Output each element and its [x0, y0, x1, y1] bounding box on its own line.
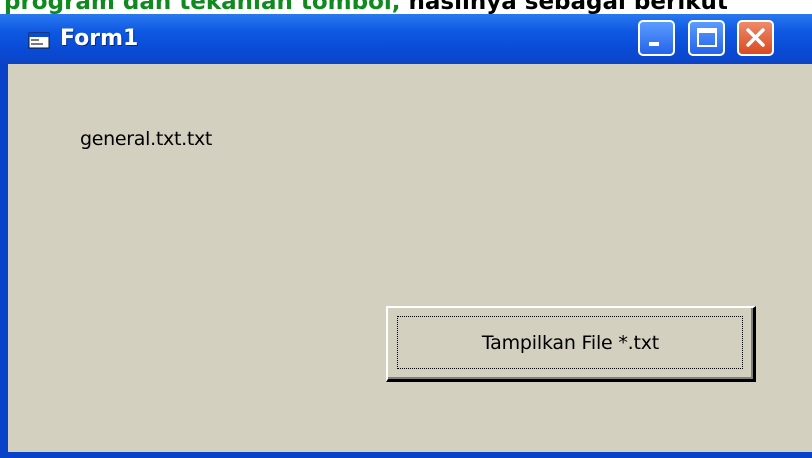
form1-window: Form1 general.txt.txt Tampilkan File *.t…: [0, 14, 812, 458]
form-window-icon[interactable]: [28, 32, 50, 49]
file-name-label: general.txt.txt: [80, 128, 213, 150]
window-bottom-border: [0, 452, 812, 458]
close-button[interactable]: [737, 20, 774, 56]
document-heading-strip: program dan tekanlah tombol, hasilnya se…: [0, 0, 812, 14]
maximize-icon: [697, 28, 717, 47]
document-heading-text: program dan tekanlah tombol, hasilnya se…: [4, 0, 728, 14]
form-client-area: general.txt.txt Tampilkan File *.txt: [8, 64, 812, 452]
maximize-button[interactable]: [688, 20, 725, 56]
minimize-button[interactable]: [638, 20, 675, 56]
document-heading-black: hasilnya sebagai berikut: [408, 0, 728, 14]
minimize-icon: [649, 42, 659, 46]
close-icon: [746, 28, 765, 47]
show-txt-file-button[interactable]: Tampilkan File *.txt: [386, 306, 756, 382]
document-heading-green: program dan tekanlah tombol,: [4, 0, 401, 14]
window-title: Form1: [60, 26, 139, 51]
title-bar[interactable]: Form1: [0, 14, 812, 64]
show-txt-file-button-label: Tampilkan File *.txt: [481, 332, 660, 354]
